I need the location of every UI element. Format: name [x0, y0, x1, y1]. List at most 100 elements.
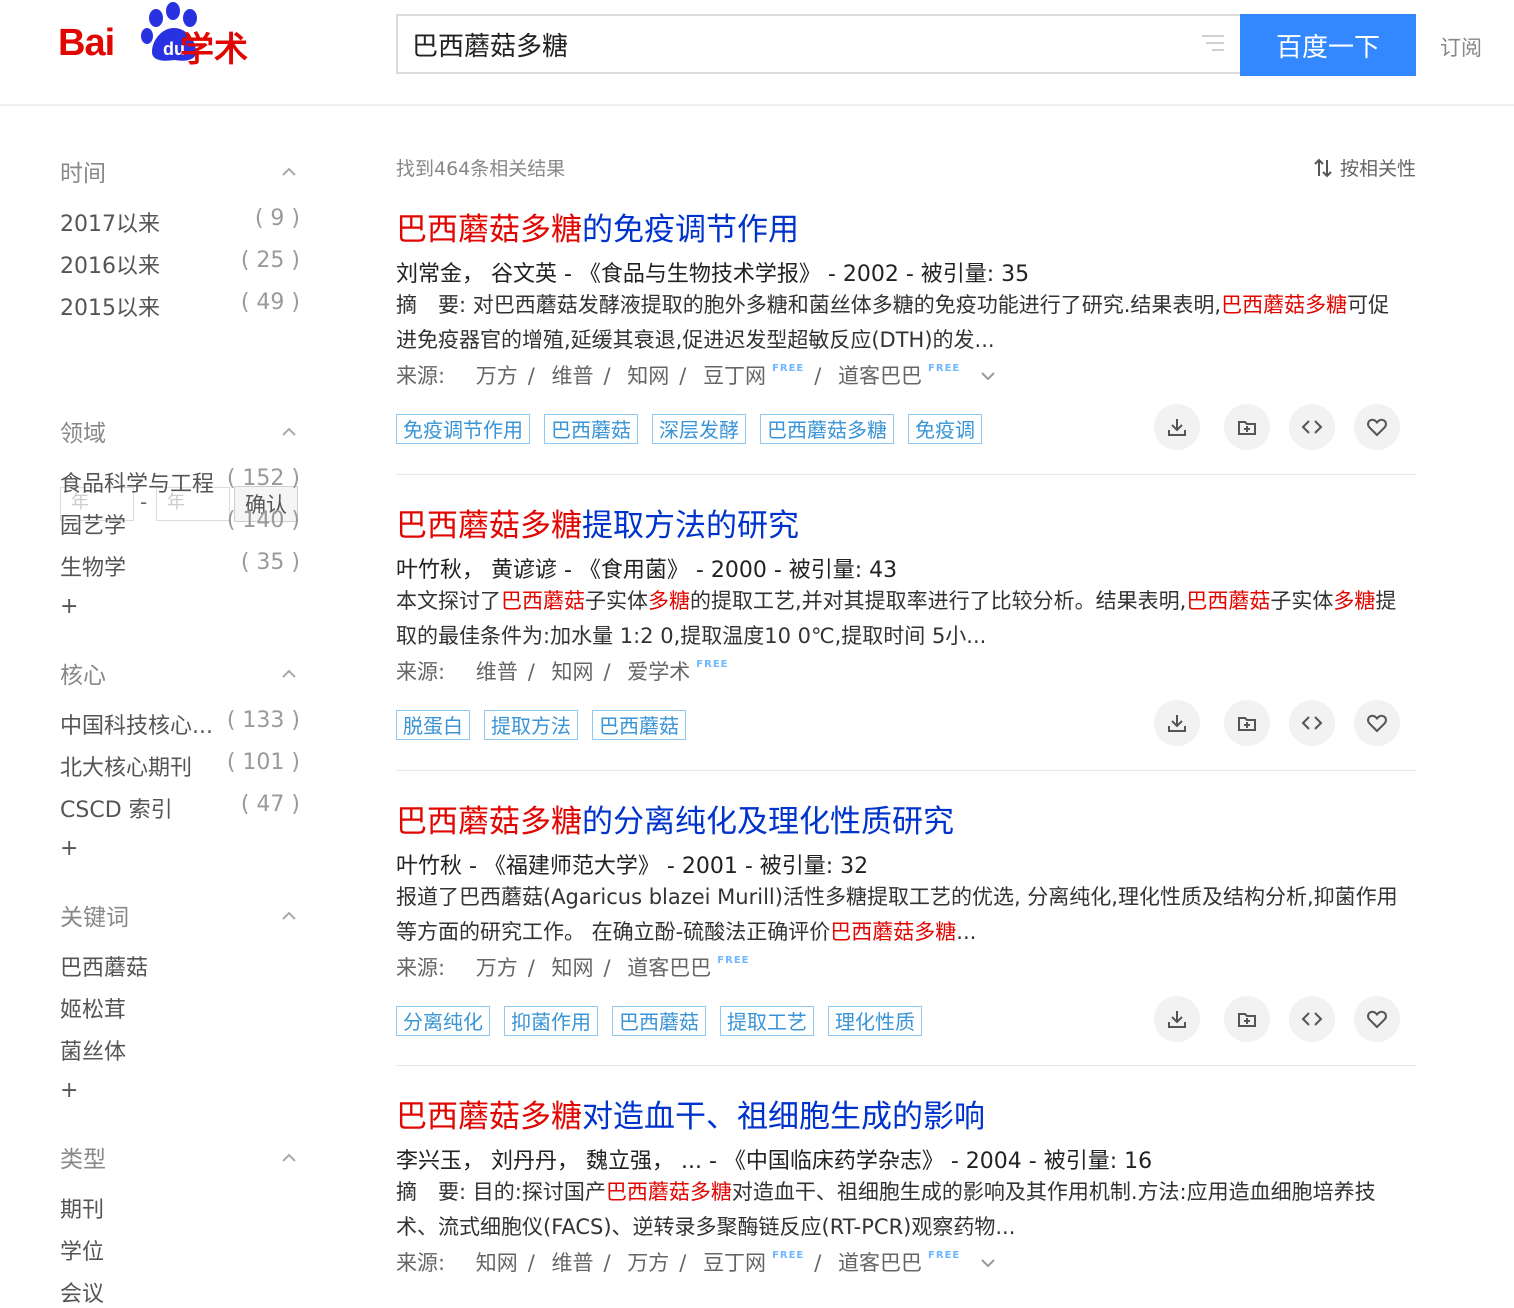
cite-button[interactable]	[1289, 404, 1335, 450]
source-link[interactable]: 万方	[627, 1251, 669, 1275]
free-badge: FREE	[772, 1250, 805, 1261]
filter-item-count: ( 35 )	[240, 550, 300, 575]
source-link[interactable]: 万方	[476, 956, 518, 980]
filter-core-item[interactable]: CSCD 索引 ( 47 )	[60, 792, 300, 823]
source-link[interactable]: 爱学术	[627, 660, 690, 684]
search-button[interactable]: 百度一下	[1240, 14, 1416, 76]
source-link[interactable]: 道客巴巴	[838, 364, 922, 388]
filter-field-more[interactable]: +	[60, 594, 78, 619]
download-button[interactable]	[1154, 700, 1200, 746]
filter-keyword-item[interactable]: 姬松茸	[60, 992, 300, 1023]
keyword-tag[interactable]: 巴西蘑菇多糖	[760, 414, 894, 444]
add-folder-icon	[1238, 1013, 1256, 1027]
keyword-tag[interactable]: 免疫调节作用	[396, 414, 530, 444]
result-title-link[interactable]: 巴西蘑菇多糖对造血干、祖细胞生成的影响	[396, 1091, 985, 1136]
chevron-down-icon[interactable]	[981, 371, 995, 381]
keyword-tag[interactable]: 脱蛋白	[396, 710, 470, 740]
filter-item-label: 2017以来	[60, 212, 160, 237]
keyword-tag[interactable]: 深层发酵	[652, 414, 746, 444]
source-link[interactable]: 豆丁网	[703, 1251, 766, 1275]
chevron-up-icon[interactable]	[282, 1152, 296, 1162]
filter-time-item[interactable]: 2015以来 ( 49 )	[60, 290, 300, 321]
title-rest: 的分离纯化及理化性质研究	[582, 804, 954, 840]
filter-field-title[interactable]: 领域	[60, 414, 106, 448]
filter-item-count: ( 140 )	[226, 508, 300, 533]
search-box	[396, 14, 1240, 74]
add-to-folder-button[interactable]	[1224, 404, 1270, 450]
keyword-tag[interactable]: 提取方法	[484, 710, 578, 740]
cite-button[interactable]	[1289, 996, 1335, 1042]
source-link[interactable]: 道客巴巴	[627, 956, 711, 980]
filter-core-title[interactable]: 核心	[60, 656, 106, 690]
result-title-link[interactable]: 巴西蘑菇多糖提取方法的研究	[396, 500, 799, 545]
source-link[interactable]: 道客巴巴	[838, 1251, 922, 1275]
favorite-button[interactable]	[1354, 404, 1400, 450]
filter-time-item[interactable]: 2017以来 ( 9 )	[60, 206, 300, 237]
filter-keyword-item[interactable]: 巴西蘑菇	[60, 950, 300, 981]
filter-type-title[interactable]: 类型	[60, 1140, 106, 1174]
search-input[interactable]	[412, 16, 1172, 72]
filter-core-item[interactable]: 中国科技核心... ( 133 )	[60, 708, 300, 739]
result-meta: 刘常金， 谷文英 - 《食品与生物技术学报》 - 2002 - 被引量: 35	[396, 262, 1030, 287]
filter-item-count: ( 101 )	[226, 750, 300, 775]
filter-type-item[interactable]: 期刊	[60, 1192, 300, 1223]
download-button[interactable]	[1154, 404, 1200, 450]
filter-keywords-title[interactable]: 关键词	[60, 898, 129, 932]
keyword-tag[interactable]: 巴西蘑菇	[612, 1006, 706, 1036]
keyword-tag[interactable]: 免疫调	[908, 414, 982, 444]
source-link[interactable]: 维普	[552, 1251, 594, 1275]
result-divider	[396, 1065, 1416, 1066]
keyword-tag[interactable]: 抑菌作用	[504, 1006, 598, 1036]
filter-core-more[interactable]: +	[60, 836, 78, 861]
chevron-up-icon[interactable]	[282, 668, 296, 678]
free-badge: FREE	[928, 1250, 961, 1261]
filter-field-item[interactable]: 生物学 ( 35 )	[60, 550, 300, 581]
source-link[interactable]: 维普	[476, 660, 518, 684]
source-link[interactable]: 维普	[552, 364, 594, 388]
add-to-folder-button[interactable]	[1224, 996, 1270, 1042]
source-link[interactable]: 知网	[552, 956, 594, 980]
filter-item-label: 生物学	[60, 556, 127, 581]
result-title-link[interactable]: 巴西蘑菇多糖的免疫调节作用	[396, 204, 799, 249]
filter-type-item[interactable]: 学位	[60, 1234, 300, 1265]
filter-time-title[interactable]: 时间	[60, 154, 106, 188]
download-button[interactable]	[1154, 996, 1200, 1042]
filter-field-item[interactable]: 食品科学与工程 ( 152 )	[60, 466, 300, 497]
free-badge: FREE	[928, 363, 961, 374]
keyword-tag[interactable]: 巴西蘑菇	[544, 414, 638, 444]
result-title-link[interactable]: 巴西蘑菇多糖的分离纯化及理化性质研究	[396, 796, 954, 841]
chevron-down-icon[interactable]	[981, 1258, 995, 1268]
chevron-up-icon[interactable]	[282, 166, 296, 176]
source-link[interactable]: 知网	[476, 1251, 518, 1275]
cite-button[interactable]	[1289, 700, 1335, 746]
source-link[interactable]: 知网	[552, 660, 594, 684]
filter-keyword-item[interactable]: 菌丝体	[60, 1034, 300, 1065]
subscribe-link[interactable]: 订阅	[1440, 32, 1482, 62]
result-abstract: 摘 要: 目的:探讨国产巴西蘑菇多糖对造血干、祖细胞生成的影响及其作用机制.方法…	[396, 1180, 1376, 1239]
favorite-button[interactable]	[1354, 700, 1400, 746]
keyword-tag[interactable]: 分离纯化	[396, 1006, 490, 1036]
filter-time-item[interactable]: 2016以来 ( 25 )	[60, 248, 300, 279]
keyword-tags: 脱蛋白 提取方法 巴西蘑菇	[396, 710, 700, 740]
free-badge: FREE	[717, 955, 750, 966]
add-folder-icon	[1238, 421, 1256, 435]
source-link[interactable]: 知网	[627, 364, 669, 388]
keyword-tag[interactable]: 理化性质	[828, 1006, 922, 1036]
chevron-up-icon[interactable]	[282, 426, 296, 436]
source-link[interactable]: 万方	[476, 364, 518, 388]
favorite-button[interactable]	[1354, 996, 1400, 1042]
add-to-folder-button[interactable]	[1224, 700, 1270, 746]
source-link[interactable]: 豆丁网	[703, 364, 766, 388]
keyword-tag[interactable]: 巴西蘑菇	[592, 710, 686, 740]
filter-type-item[interactable]: 会议	[60, 1276, 300, 1307]
filter-item-label: 2016以来	[60, 254, 160, 279]
sort-by-relevance[interactable]: 按相关性	[1312, 154, 1416, 181]
title-highlight: 巴西蘑菇多糖	[396, 508, 582, 544]
filter-core-item[interactable]: 北大核心期刊 ( 101 )	[60, 750, 300, 781]
keyword-tag[interactable]: 提取工艺	[720, 1006, 814, 1036]
filter-field-item[interactable]: 园艺学 ( 140 )	[60, 508, 300, 539]
filter-lines-icon[interactable]	[1200, 32, 1226, 56]
filter-keywords-more[interactable]: +	[60, 1078, 78, 1103]
chevron-up-icon[interactable]	[282, 910, 296, 920]
filter-item-label: CSCD 索引	[60, 798, 173, 823]
